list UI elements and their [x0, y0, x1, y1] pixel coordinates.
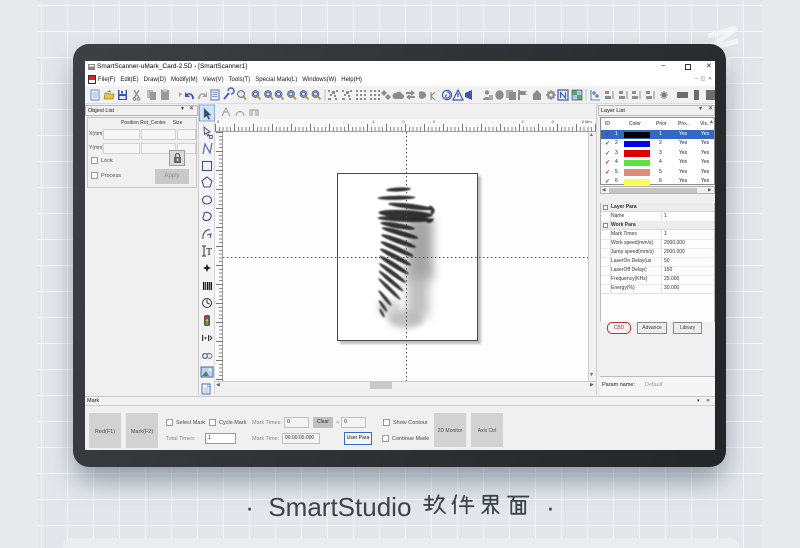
svg-text:T: T	[206, 247, 212, 258]
